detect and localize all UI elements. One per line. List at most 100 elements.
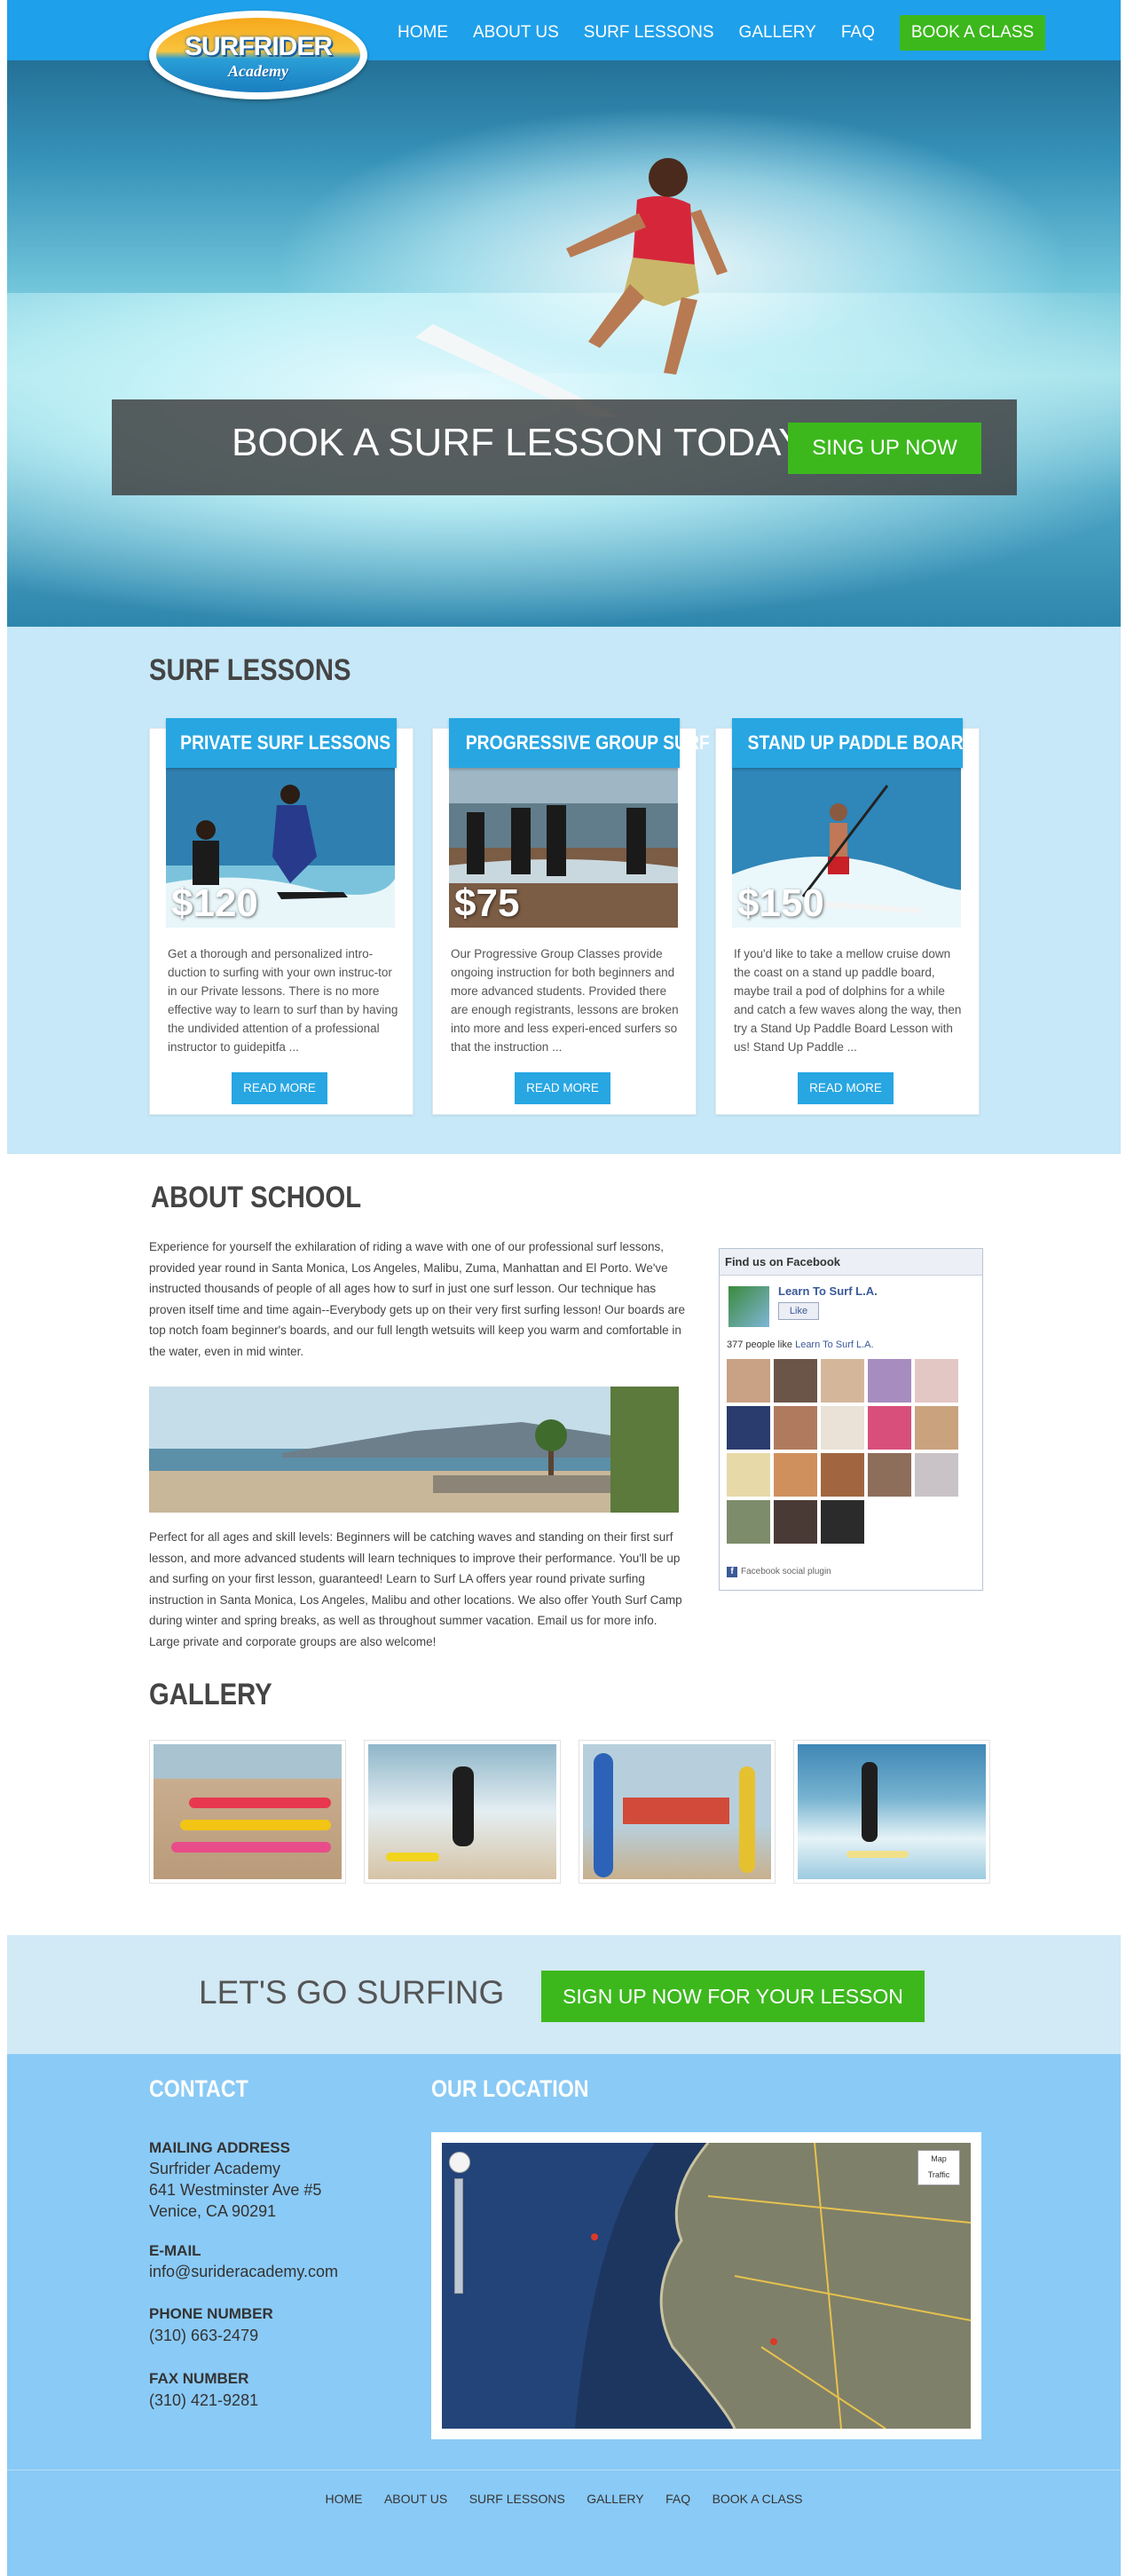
footer-gallery-link[interactable]: GALLERY bbox=[587, 2492, 643, 2506]
nav-gallery-link[interactable]: GALLERY bbox=[739, 23, 816, 43]
about-school-heading: ABOUT SCHOOL bbox=[151, 1181, 362, 1214]
location-map[interactable]: Map Traffic bbox=[431, 2132, 981, 2439]
mailing-address-line-2: 641 Westminster Ave #5 bbox=[149, 2181, 322, 2199]
book-a-class-button[interactable]: BOOK A CLASS bbox=[899, 15, 1046, 51]
lesson-card-group: $75 PROGRESSIVE GROUP SURF Our Progressi… bbox=[432, 718, 710, 1115]
fan-avatar[interactable] bbox=[774, 1406, 817, 1450]
logo-title: SURFRIDER bbox=[184, 32, 333, 61]
map-location-pin-icon[interactable] bbox=[591, 2233, 598, 2240]
fan-avatar[interactable] bbox=[821, 1500, 864, 1544]
gallery-image-2[interactable] bbox=[364, 1740, 561, 1884]
map-type-control[interactable]: Map Traffic bbox=[917, 2150, 960, 2185]
gallery-image-1[interactable] bbox=[149, 1740, 346, 1884]
footer-surf-lessons-link[interactable]: SURF LESSONS bbox=[469, 2492, 565, 2506]
sign-up-lesson-button[interactable]: SIGN UP NOW FOR YOUR LESSON bbox=[541, 1971, 925, 2022]
facebook-like-button[interactable]: Like bbox=[778, 1302, 819, 1320]
map-satellite-view bbox=[442, 2143, 971, 2429]
surf-lessons-section: SURF LESSONS $120 PRIVATE SURF LESSONS G… bbox=[7, 627, 1121, 1154]
footer: HOME ABOUT US SURF LESSONS GALLERY FAQ B… bbox=[7, 2469, 1121, 2576]
fan-avatar[interactable] bbox=[868, 1406, 911, 1450]
nav-about-link[interactable]: ABOUT US bbox=[473, 23, 559, 43]
email-link[interactable]: info@surideracademy.com bbox=[149, 2261, 338, 2282]
fan-avatar[interactable] bbox=[915, 1406, 958, 1450]
group-lesson-description: Our Progressive Group Classes provide on… bbox=[451, 947, 679, 1054]
private-lesson-description: Get a thorough and personalized intro-du… bbox=[168, 947, 398, 1054]
surf-lessons-heading: SURF LESSONS bbox=[149, 653, 351, 687]
about-paragraph-1: Experience for yourself the exhilaration… bbox=[149, 1240, 686, 1358]
facebook-page-avatar[interactable] bbox=[728, 1286, 769, 1327]
footer-about-link[interactable]: ABOUT US bbox=[384, 2492, 447, 2506]
map-zoom-slider[interactable] bbox=[454, 2178, 463, 2294]
fax-number: (310) 421-9281 bbox=[149, 2391, 259, 2409]
hero-section: HOME ABOUT US SURF LESSONS GALLERY FAQ B… bbox=[7, 0, 1121, 627]
fan-avatar[interactable] bbox=[821, 1453, 864, 1497]
fan-avatar[interactable] bbox=[727, 1406, 770, 1450]
fan-avatar[interactable] bbox=[915, 1453, 958, 1497]
paddle-board-description: If you'd like to take a mellow cruise do… bbox=[734, 947, 962, 1054]
facebook-widget-header: Find us on Facebook bbox=[720, 1249, 982, 1276]
fan-avatar[interactable] bbox=[774, 1453, 817, 1497]
fan-avatar[interactable] bbox=[727, 1359, 770, 1403]
paddle-board-read-more-button[interactable]: READ MORE bbox=[798, 1072, 894, 1104]
about-school-section: ABOUT SCHOOL Experience for yourself the… bbox=[7, 1154, 1121, 1651]
private-lesson-photo: $120 bbox=[166, 768, 395, 928]
facebook-page-name[interactable]: Learn To Surf L.A. bbox=[778, 1284, 878, 1298]
email-label: E-MAIL bbox=[149, 2242, 201, 2259]
main-menu: HOME ABOUT US SURF LESSONS GALLERY FAQ B… bbox=[398, 15, 1046, 51]
paddle-board-price: $150 bbox=[737, 881, 824, 925]
contact-heading: CONTACT bbox=[149, 2075, 248, 2102]
hero-signup-button[interactable]: SING UP NOW bbox=[788, 423, 981, 474]
fan-avatar[interactable] bbox=[821, 1359, 864, 1403]
fan-avatar[interactable] bbox=[774, 1359, 817, 1403]
lets-go-surfing-text: LET'S GO SURFING bbox=[199, 1974, 505, 2011]
facebook-like-count: 377 people like Learn To Surf L.A. bbox=[727, 1339, 874, 1350]
footer-home-link[interactable]: HOME bbox=[325, 2492, 362, 2506]
call-to-action-band: LET'S GO SURFING SIGN UP NOW FOR YOUR LE… bbox=[7, 1935, 1121, 2054]
fax-label: FAX NUMBER bbox=[149, 2370, 249, 2387]
book-lesson-banner: BOOK A SURF LESSON TODAY SING UP NOW bbox=[112, 399, 1017, 495]
mailing-address-label: MAILING ADDRESS bbox=[149, 2139, 290, 2156]
hero-surfer-image bbox=[415, 158, 728, 417]
group-lesson-read-more-button[interactable]: READ MORE bbox=[515, 1072, 610, 1104]
fan-avatar[interactable] bbox=[915, 1359, 958, 1403]
lesson-card-paddle-board: $150 STAND UP PADDLE BOARD If you'd like… bbox=[715, 718, 980, 1115]
fan-avatar[interactable] bbox=[727, 1453, 770, 1497]
gallery-image-3[interactable] bbox=[579, 1740, 776, 1884]
beach-panorama-image bbox=[149, 1387, 679, 1513]
nav-home-link[interactable]: HOME bbox=[398, 23, 448, 43]
fan-avatar[interactable] bbox=[821, 1406, 864, 1450]
our-location-heading: OUR LOCATION bbox=[431, 2075, 589, 2102]
footer-faq-link[interactable]: FAQ bbox=[665, 2492, 690, 2506]
facebook-icon: f bbox=[727, 1567, 737, 1577]
map-location-pin-icon[interactable] bbox=[770, 2338, 777, 2345]
fan-avatar[interactable] bbox=[868, 1359, 911, 1403]
group-lesson-price: $75 bbox=[454, 881, 520, 925]
page: HOME ABOUT US SURF LESSONS GALLERY FAQ B… bbox=[7, 0, 1121, 2576]
fan-avatar[interactable] bbox=[727, 1500, 770, 1544]
facebook-fan-grid bbox=[727, 1359, 968, 1547]
gallery-section: GALLERY bbox=[7, 1651, 1121, 1935]
nav-faq-link[interactable]: FAQ bbox=[841, 23, 875, 43]
map-pan-control[interactable] bbox=[449, 2152, 470, 2173]
facebook-widget: Find us on Facebook Learn To Surf L.A. L… bbox=[719, 1248, 983, 1591]
mailing-address-line-1: Surfrider Academy bbox=[149, 2160, 281, 2177]
footer-book-a-class-link[interactable]: BOOK A CLASS bbox=[713, 2492, 803, 2506]
gallery-image-4[interactable] bbox=[793, 1740, 990, 1884]
private-lesson-price: $120 bbox=[171, 881, 258, 925]
facebook-social-plugin-label: f Facebook social plugin bbox=[727, 1567, 831, 1577]
fan-avatar[interactable] bbox=[868, 1453, 911, 1497]
about-paragraph-2: Perfect for all ages and skill levels: B… bbox=[149, 1530, 682, 1648]
contact-section: CONTACT OUR LOCATION MAILING ADDRESS Sur… bbox=[7, 2054, 1121, 2469]
group-lesson-title: PROGRESSIVE GROUP SURF bbox=[449, 718, 710, 768]
paddle-board-photo: $150 bbox=[732, 768, 961, 928]
private-lesson-read-more-button[interactable]: READ MORE bbox=[232, 1072, 327, 1104]
nav-surf-lessons-link[interactable]: SURF LESSONS bbox=[584, 23, 714, 43]
phone-number: (310) 663-2479 bbox=[149, 2327, 259, 2344]
paddle-board-title: STAND UP PADDLE BOARD bbox=[732, 718, 976, 768]
private-lesson-title: PRIVATE SURF LESSONS bbox=[166, 718, 397, 768]
fan-avatar[interactable] bbox=[774, 1500, 817, 1544]
surfrider-logo[interactable]: SURFRIDER Academy bbox=[149, 11, 367, 99]
lesson-card-private: $120 PRIVATE SURF LESSONS Get a thorough… bbox=[149, 718, 413, 1115]
group-lesson-photo: $75 bbox=[449, 768, 678, 928]
footer-menu: HOME ABOUT US SURF LESSONS GALLERY FAQ B… bbox=[7, 2492, 1121, 2508]
